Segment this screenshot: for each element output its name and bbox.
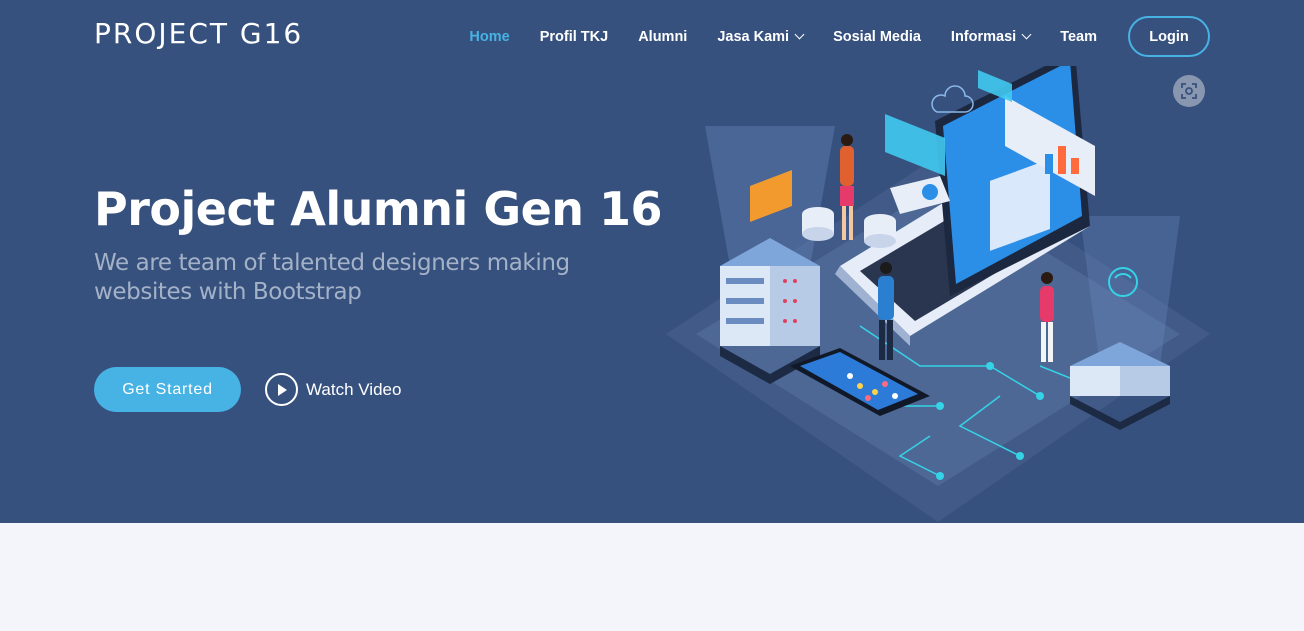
nav-item-profil-tkj[interactable]: Profil TKJ <box>540 29 608 45</box>
get-started-button[interactable]: Get Started <box>94 367 241 412</box>
hero-section: PROJECT G16 Home Profil TKJ Alumni Jasa … <box>0 0 1304 523</box>
play-icon <box>265 373 298 406</box>
nav-item-label: Team <box>1060 28 1097 45</box>
nav-item-label: Home <box>469 28 510 45</box>
nav-item-home[interactable]: Home <box>469 29 509 45</box>
nav-item-team[interactable]: Team <box>1060 29 1097 45</box>
hero-title: Project Alumni Gen 16 <box>94 182 663 236</box>
nav-item-sosial-media[interactable]: Sosial Media <box>833 29 921 45</box>
nav-item-label: Profil TKJ <box>539 28 609 45</box>
nav-item-alumni[interactable]: Alumni <box>638 29 687 45</box>
hero-illustration <box>666 66 1210 522</box>
watch-video-label: Watch Video <box>306 379 402 399</box>
nav-item-label: Alumni <box>638 28 688 45</box>
nav-item-label: Informasi <box>950 28 1017 45</box>
hero-subtitle: We are team of talented designers making… <box>94 250 570 305</box>
nav-item-label: Sosial Media <box>833 28 921 45</box>
nav-item-jasa-kami[interactable]: Jasa Kami <box>717 28 805 45</box>
chevron-down-icon <box>794 29 805 40</box>
login-button[interactable]: Login <box>1128 16 1210 57</box>
nav-item-label: Jasa Kami <box>717 28 790 45</box>
chevron-down-icon <box>1021 29 1032 40</box>
watch-video-link[interactable]: Watch Video <box>265 373 401 406</box>
main-nav: Home Profil TKJ Alumni Jasa Kami Sosial … <box>439 16 1210 57</box>
site-logo[interactable]: PROJECT G16 <box>94 17 303 50</box>
nav-item-informasi[interactable]: Informasi <box>950 28 1032 45</box>
